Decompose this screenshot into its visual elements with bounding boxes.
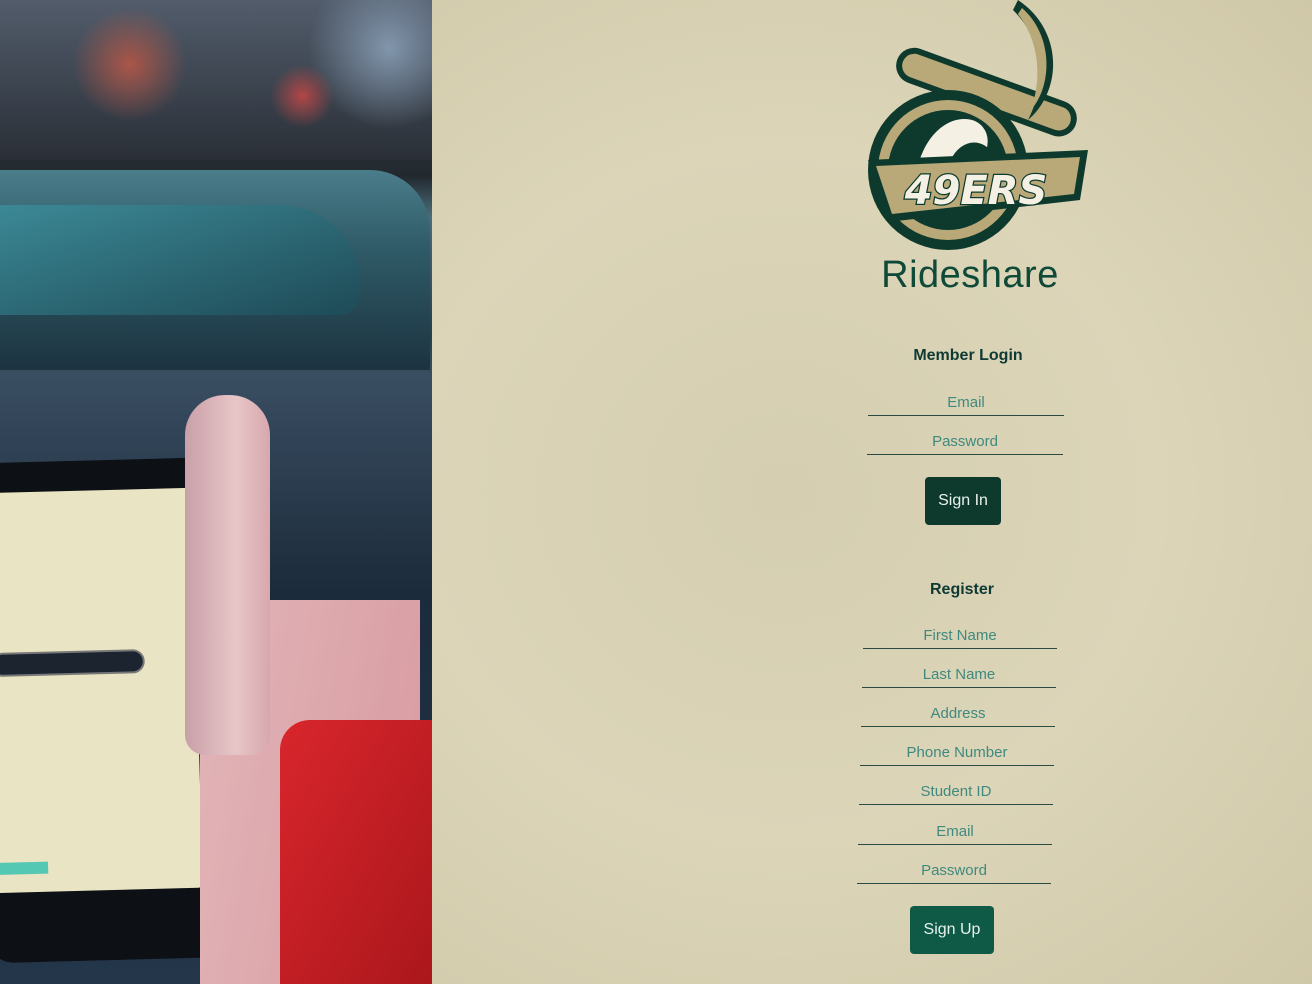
sign-in-button[interactable]: Sign In xyxy=(925,477,1001,525)
street-background xyxy=(0,0,432,160)
logo-wordmark: 49ERS xyxy=(904,168,1048,214)
pickup-location-pill xyxy=(0,649,146,678)
register-password-input[interactable] xyxy=(857,858,1051,884)
login-password-input[interactable] xyxy=(867,429,1063,455)
app-title: Rideshare xyxy=(881,254,1059,296)
hero-image xyxy=(0,0,432,984)
car-window xyxy=(0,205,360,315)
phone-green-bar xyxy=(0,861,49,876)
member-login-heading: Member Login xyxy=(913,347,1023,364)
sign-up-button[interactable]: Sign Up xyxy=(910,906,994,954)
hand-thumb xyxy=(185,395,270,755)
first-name-input[interactable] xyxy=(863,623,1057,649)
phone-screen-map xyxy=(0,487,203,894)
register-email-input[interactable] xyxy=(858,819,1052,845)
address-input[interactable] xyxy=(861,701,1055,727)
49ers-logo: 49ERS xyxy=(868,0,1088,250)
register-heading: Register xyxy=(929,581,995,598)
phone-number-input[interactable] xyxy=(860,740,1054,766)
login-email-input[interactable] xyxy=(868,390,1064,416)
red-sleeve xyxy=(280,720,432,984)
last-name-input[interactable] xyxy=(862,662,1056,688)
student-id-input[interactable] xyxy=(859,779,1053,805)
